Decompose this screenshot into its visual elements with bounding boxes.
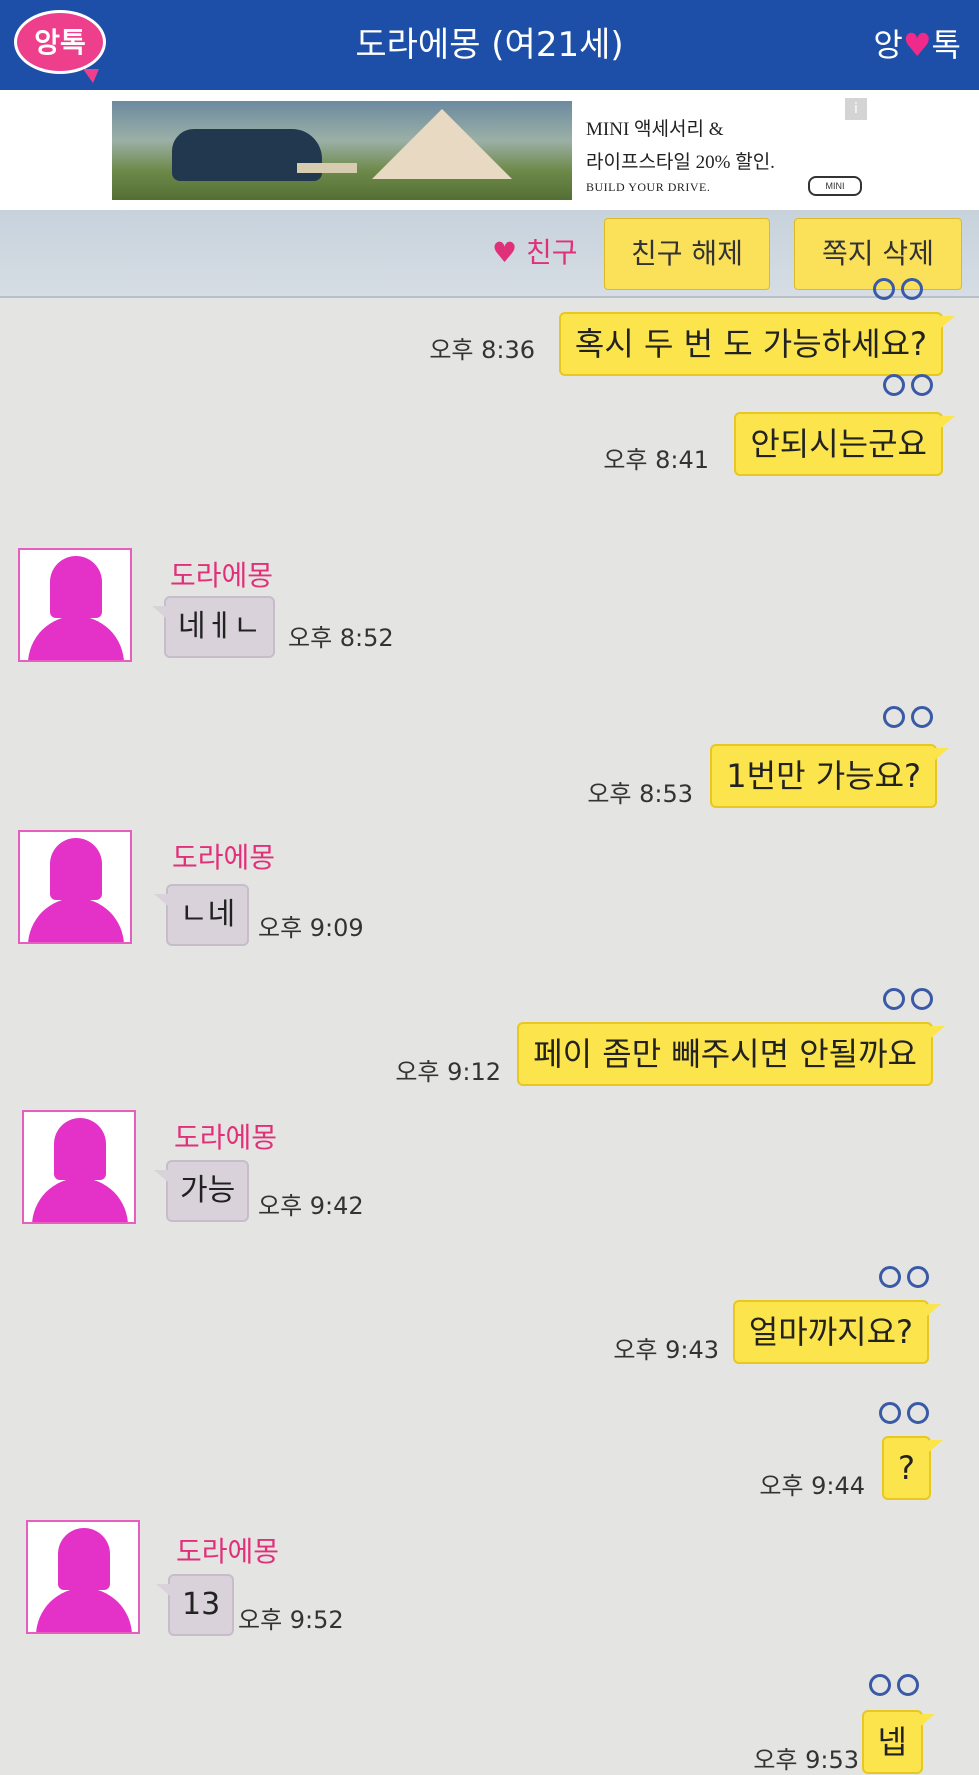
message-time: 오후 8:53 — [587, 780, 693, 808]
read-receipt-icon — [877, 706, 933, 733]
message-time: 오후 8:41 — [603, 446, 709, 474]
read-receipt-icon — [873, 1266, 929, 1293]
app-header: 앙톡 도라에몽 (여21세) 앙♥톡 — [0, 0, 979, 90]
brand-text-right: 톡 — [931, 26, 961, 64]
ad-banner[interactable]: MINI 액세서리 & 라이프스타일 20% 할인. BUILD YOUR DR… — [0, 90, 979, 210]
message-out: 오후 9:44 ? — [0, 1402, 979, 1522]
message-list[interactable]: 오후 8:36 혹시 두 번 도 가능하세요? 오후 8:41 안되시는군요 도… — [0, 278, 979, 1774]
ad-info-icon[interactable]: i — [845, 98, 867, 120]
message-in: 도라에몽 13 오후 9:52 — [0, 1520, 979, 1640]
ad-copy[interactable]: MINI 액세서리 & 라이프스타일 20% 할인. BUILD YOUR DR… — [586, 114, 775, 195]
message-in: 도라에몽 네ㅔㄴ 오후 8:52 — [0, 548, 979, 668]
message-bubble[interactable]: 혹시 두 번 도 가능하세요? — [558, 312, 956, 376]
brand-text-left: 앙 — [873, 26, 903, 64]
message-out: 오후 8:36 혹시 두 번 도 가능하세요? — [0, 278, 979, 378]
message-time: 오후 8:52 — [288, 624, 394, 652]
avatar-body — [28, 898, 124, 942]
ad-car-graphic — [172, 129, 322, 181]
message-bubble[interactable]: 안되시는군요 — [734, 412, 955, 476]
message-bubble[interactable]: ? — [882, 1436, 943, 1500]
message-time: 오후 9:42 — [258, 1192, 364, 1220]
sender-name: 도라에몽 — [170, 559, 274, 592]
avatar[interactable] — [22, 1110, 136, 1224]
message-in: 도라에몽 ㄴ네 오후 9:09 — [0, 830, 979, 950]
sender-name: 도라에몽 — [174, 1121, 278, 1154]
avatar-head — [58, 1528, 110, 1590]
sender-name: 도라에몽 — [176, 1535, 280, 1568]
message-out: 오후 9:53 넵 — [0, 1674, 979, 1774]
avatar-head — [54, 1118, 106, 1180]
avatar-head — [50, 838, 102, 900]
message-bubble[interactable]: 네ㅔㄴ — [152, 596, 275, 658]
message-bubble[interactable]: 1번만 가능요? — [710, 744, 949, 808]
read-receipt-icon — [873, 1402, 929, 1429]
message-out: 오후 8:41 안되시는군요 — [0, 374, 979, 494]
message-time: 오후 8:36 — [429, 336, 535, 364]
brand-logo[interactable]: 앙♥톡 — [873, 0, 961, 90]
message-bubble[interactable]: ㄴ네 — [153, 884, 250, 946]
message-time: 오후 9:12 — [395, 1058, 501, 1086]
avatar-body — [32, 1178, 128, 1222]
heart-icon: ♥ — [902, 26, 932, 64]
read-receipt-icon — [867, 278, 923, 305]
avatar-head — [50, 556, 102, 618]
message-time: 오후 9:53 — [753, 1746, 859, 1774]
message-time: 오후 9:43 — [613, 1336, 719, 1364]
ad-line-1: MINI 액세서리 & — [586, 119, 724, 140]
ad-table-graphic — [297, 163, 357, 173]
message-out: 오후 9:12 페이 좀만 빼주시면 안될까요 — [0, 988, 979, 1108]
message-bubble[interactable]: 페이 좀만 빼주시면 안될까요 — [517, 1022, 945, 1086]
message-time: 오후 9:09 — [258, 914, 364, 942]
message-bubble[interactable]: 13 — [155, 1574, 235, 1636]
read-receipt-icon — [863, 1674, 919, 1701]
chat-title: 도라에몽 (여21세) — [355, 25, 624, 65]
ad-line-3: BUILD YOUR DRIVE. — [586, 180, 711, 194]
ad-line-2: 라이프스타일 20% 할인. — [586, 152, 775, 173]
avatar-body — [28, 616, 124, 660]
message-bubble[interactable]: 얼마까지요? — [732, 1300, 942, 1364]
message-bubble[interactable]: 가능 — [153, 1160, 250, 1222]
avatar[interactable] — [26, 1520, 140, 1634]
message-out: 오후 9:43 얼마까지요? — [0, 1266, 979, 1386]
mini-logo: MINI — [808, 176, 862, 196]
read-receipt-icon — [877, 988, 933, 1015]
avatar[interactable] — [18, 548, 132, 662]
message-bubble[interactable]: 넵 — [861, 1710, 936, 1774]
read-receipt-icon — [877, 374, 933, 401]
ad-image[interactable] — [112, 101, 572, 200]
message-time: 오후 9:52 — [238, 1606, 344, 1634]
avatar[interactable] — [18, 830, 132, 944]
message-in: 도라에몽 가능 오후 9:42 — [0, 1110, 979, 1230]
sender-name: 도라에몽 — [172, 841, 276, 874]
message-time: 오후 9:44 — [759, 1472, 865, 1500]
message-out: 오후 8:53 1번만 가능요? — [0, 706, 979, 826]
ad-tent-graphic — [372, 109, 512, 179]
avatar-body — [36, 1588, 132, 1632]
